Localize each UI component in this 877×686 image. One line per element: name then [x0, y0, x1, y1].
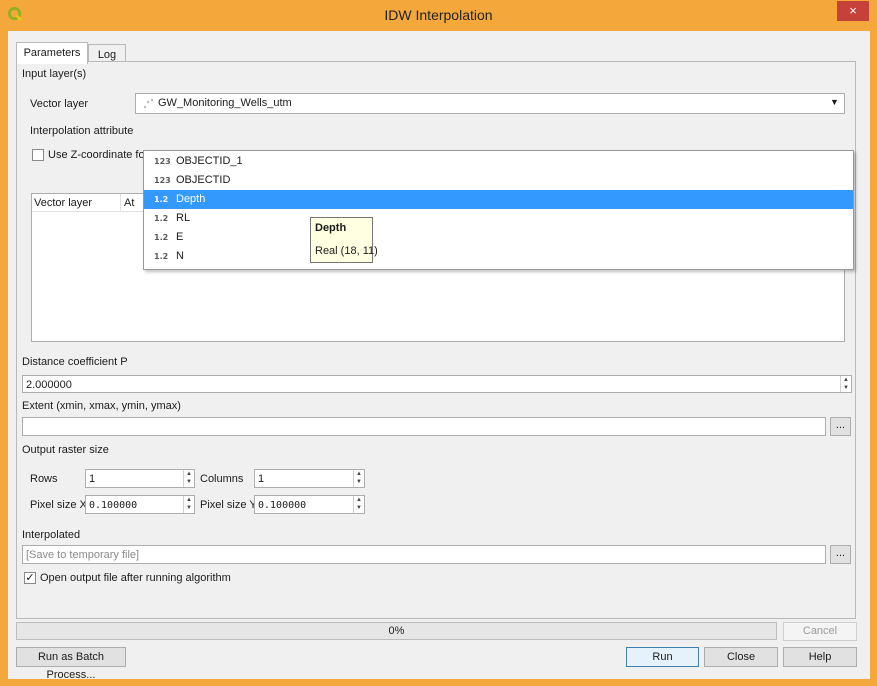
spinbox-arrows-icon[interactable]: ▲ ▼: [183, 470, 194, 487]
column-divider: [120, 194, 121, 211]
open-output-checkbox[interactable]: ✓: [24, 572, 36, 584]
attribute-option-label: N: [176, 250, 184, 262]
parameters-panel: Input layer(s) Vector layer GW_Monitorin…: [16, 61, 856, 619]
extent-browse-button[interactable]: ...: [830, 417, 851, 436]
pixel-size-y-value: 0.100000: [258, 500, 307, 511]
spinbox-arrows-icon[interactable]: ▲ ▼: [183, 496, 194, 513]
tab-parameters[interactable]: Parameters: [16, 42, 88, 64]
interpolation-attribute-label: Interpolation attribute: [30, 125, 134, 137]
window-title: IDW Interpolation: [384, 7, 493, 23]
use-z-checkbox[interactable]: [32, 149, 44, 161]
output-raster-size-label: Output raster size: [22, 444, 109, 456]
spinbox-arrows-icon[interactable]: ▲ ▼: [840, 376, 851, 392]
column-header-attribute[interactable]: At: [124, 197, 134, 209]
open-output-label: Open output file after running algorithm: [40, 572, 231, 584]
attribute-option-e[interactable]: 1.2 E: [144, 228, 853, 247]
decimal-field-icon: 1.2: [154, 214, 169, 223]
columns-label: Columns: [200, 473, 244, 485]
run-as-batch-button[interactable]: Run as Batch Process...: [16, 647, 126, 681]
rows-label: Rows: [30, 473, 58, 485]
run-button[interactable]: Run: [626, 647, 699, 667]
chevron-down-icon: ▼: [830, 97, 839, 107]
columns-input[interactable]: 1 ▲ ▼: [254, 469, 365, 488]
window-close-button[interactable]: ×: [837, 1, 869, 21]
attribute-option-label: Depth: [176, 193, 206, 205]
interpolated-placeholder: [Save to temporary file]: [26, 549, 140, 561]
help-button[interactable]: Help: [783, 647, 857, 667]
tooltip-detail: Real (18, 11): [315, 245, 378, 257]
extent-input[interactable]: [22, 417, 826, 436]
pixel-size-x-input[interactable]: 0.100000 ▲ ▼: [85, 495, 195, 514]
vector-layer-label: Vector layer: [30, 98, 89, 110]
attribute-option-label: RL: [176, 212, 191, 224]
attribute-option-label: OBJECTID_1: [176, 155, 243, 167]
cancel-button[interactable]: Cancel: [783, 622, 857, 641]
vector-layer-combobox[interactable]: GW_Monitoring_Wells_utm ▼: [135, 93, 845, 114]
decimal-field-icon: 1.2: [154, 252, 169, 261]
field-tooltip: Depth Real (18, 11): [310, 217, 378, 263]
attribute-option-depth[interactable]: 1.2 Depth: [144, 190, 853, 209]
attribute-option-label: OBJECTID: [176, 174, 231, 186]
attribute-option-rl[interactable]: 1.2 RL: [144, 209, 853, 228]
rows-input[interactable]: 1 ▲ ▼: [85, 469, 195, 488]
pixel-size-x-label: Pixel size X: [30, 499, 87, 511]
rows-value: 1: [89, 473, 96, 485]
use-z-label: Use Z-coordinate fo: [48, 149, 145, 161]
interpolated-output-input[interactable]: [Save to temporary file]: [22, 545, 826, 564]
decimal-field-icon: 1.2: [154, 233, 169, 242]
spinbox-arrows-icon[interactable]: ▲ ▼: [353, 470, 364, 487]
attribute-option-objectid-1[interactable]: 123 OBJECTID_1: [144, 152, 853, 171]
attribute-option-objectid[interactable]: 123 OBJECTID: [144, 171, 853, 190]
distance-coefficient-label: Distance coefficient P: [22, 356, 128, 368]
pixel-size-y-label: Pixel size Y: [200, 499, 257, 511]
title-bar[interactable]: IDW Interpolation ×: [0, 0, 877, 30]
attribute-option-label: E: [176, 231, 184, 243]
attribute-option-n[interactable]: 1.2 N: [144, 247, 853, 266]
integer-field-icon: 123: [154, 157, 171, 166]
pixel-size-y-input[interactable]: 0.100000 ▲ ▼: [254, 495, 365, 514]
distance-coefficient-value: 2.000000: [26, 379, 72, 391]
extent-label: Extent (xmin, xmax, ymin, ymax): [22, 400, 181, 412]
tooltip-title: Depth: [315, 222, 347, 234]
progress-bar: 0%: [16, 622, 777, 640]
interpolated-label: Interpolated: [22, 529, 81, 541]
window-frame: IDW Interpolation × Parameters Log Input…: [0, 0, 877, 686]
dialog-client-area: Parameters Log Input layer(s) Vector lay…: [8, 31, 870, 681]
progress-text: 0%: [388, 625, 405, 637]
columns-value: 1: [258, 473, 265, 485]
interpolation-attribute-dropdown[interactable]: 123 OBJECTID_1 123 OBJECTID 1.2 Depth 1.…: [143, 150, 854, 270]
pixel-size-x-value: 0.100000: [89, 500, 138, 511]
input-layers-label: Input layer(s): [22, 68, 87, 80]
close-button[interactable]: Close: [704, 647, 778, 667]
column-header-vector-layer[interactable]: Vector layer: [34, 197, 92, 209]
integer-field-icon: 123: [154, 176, 171, 185]
point-layer-icon: [143, 98, 154, 109]
vector-layer-value: GW_Monitoring_Wells_utm: [158, 97, 292, 109]
interpolated-browse-button[interactable]: ...: [830, 545, 851, 564]
decimal-field-icon: 1.2: [154, 195, 169, 204]
distance-coefficient-input[interactable]: 2.000000 ▲ ▼: [22, 375, 852, 393]
spinbox-arrows-icon[interactable]: ▲ ▼: [353, 496, 364, 513]
